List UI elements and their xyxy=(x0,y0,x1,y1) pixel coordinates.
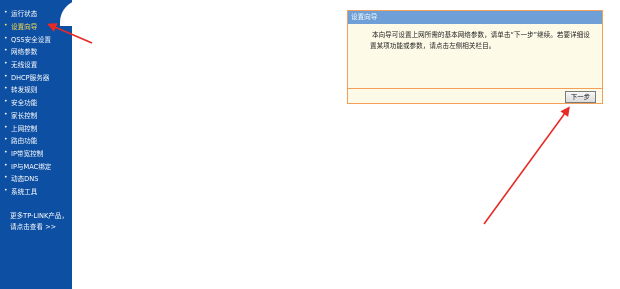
more-products-link[interactable]: 更多TP-LINK产品， 请点击查看 >> xyxy=(10,211,68,233)
bullet-icon: • xyxy=(4,98,8,106)
sidebar-item-label: IP带宽控制 xyxy=(11,149,44,158)
sidebar-item-label: 设置向导 xyxy=(11,23,38,32)
next-button[interactable]: 下一步 xyxy=(565,91,596,103)
sidebar-item-forwarding[interactable]: • 转发规则 xyxy=(4,83,51,96)
sidebar-item-label: QSS安全设置 xyxy=(11,35,51,44)
setup-wizard-panel: 设置向导 本向导可设置上网所需的基本网络参数，请单击“下一步”继续。若要详细设置… xyxy=(347,10,603,104)
sidebar-item-label: 安全功能 xyxy=(11,99,38,108)
sidebar-item-label: 无线设置 xyxy=(11,61,38,70)
bullet-icon: • xyxy=(4,47,8,55)
panel-title: 设置向导 xyxy=(348,11,602,24)
sidebar-item-label: DHCP服务器 xyxy=(11,73,50,82)
sidebar-item-setup-wizard[interactable]: • 设置向导 xyxy=(4,20,51,33)
wizard-description: 本向导可设置上网所需的基本网络参数，请单击“下一步”继续。若要详细设置某项功能或… xyxy=(370,31,590,50)
sidebar: • 运行状态 • 设置向导 • QSS安全设置 • 网络参数 • 无线设置 • DHCP服务… xyxy=(0,0,72,289)
sidebar-item-label: 系统工具 xyxy=(11,187,38,196)
bullet-icon: • xyxy=(4,174,8,182)
annotation-arrow-next xyxy=(483,106,570,225)
bullet-icon: • xyxy=(4,85,8,93)
sidebar-item-network[interactable]: • 网络参数 xyxy=(4,45,51,58)
sidebar-item-label: 运行状态 xyxy=(11,10,38,19)
sidebar-item-label: 动态DNS xyxy=(11,175,39,184)
sidebar-item-label: 路由功能 xyxy=(11,137,38,146)
sidebar-item-ddns[interactable]: • 动态DNS xyxy=(4,172,51,185)
bullet-icon: • xyxy=(4,72,8,80)
sidebar-item-bandwidth[interactable]: • IP带宽控制 xyxy=(4,147,51,160)
bullet-icon: • xyxy=(4,110,8,118)
more-products-line1: 更多TP-LINK产品， xyxy=(10,212,69,220)
bullet-icon: • xyxy=(4,60,8,68)
sidebar-item-routing[interactable]: • 路由功能 xyxy=(4,134,51,147)
bullet-icon: • xyxy=(4,186,8,194)
sidebar-item-status[interactable]: • 运行状态 xyxy=(4,7,51,20)
sidebar-item-label: 上网控制 xyxy=(11,124,38,133)
bullet-icon: • xyxy=(4,9,8,17)
bullet-icon: • xyxy=(4,34,8,42)
sidebar-item-label: 家长控制 xyxy=(11,111,38,120)
sidebar-item-ip-mac-binding[interactable]: • IP与MAC绑定 xyxy=(4,159,51,172)
more-products-line2: 请点击查看 >> xyxy=(10,223,57,231)
sidebar-item-parental-control[interactable]: • 家长控制 xyxy=(4,109,51,122)
sidebar-item-wireless[interactable]: • 无线设置 xyxy=(4,58,51,71)
bullet-icon: • xyxy=(4,123,8,131)
sidebar-item-qss[interactable]: • QSS安全设置 xyxy=(4,32,51,45)
sidebar-item-system-tools[interactable]: • 系统工具 xyxy=(4,185,51,198)
sidebar-menu: • 运行状态 • 设置向导 • QSS安全设置 • 网络参数 • 无线设置 • DHCP服务… xyxy=(4,7,51,197)
bullet-icon: • xyxy=(4,22,8,30)
panel-footer: 下一步 xyxy=(348,88,602,103)
bullet-icon: • xyxy=(4,136,8,144)
bullet-icon: • xyxy=(4,148,8,156)
sidebar-item-label: IP与MAC绑定 xyxy=(11,162,52,171)
sidebar-item-label: 网络参数 xyxy=(11,48,38,57)
sidebar-item-label: 转发规则 xyxy=(11,86,38,95)
sidebar-item-access-control[interactable]: • 上网控制 xyxy=(4,121,51,134)
bullet-icon: • xyxy=(4,161,8,169)
sidebar-item-security[interactable]: • 安全功能 xyxy=(4,96,51,109)
sidebar-item-dhcp[interactable]: • DHCP服务器 xyxy=(4,70,51,83)
